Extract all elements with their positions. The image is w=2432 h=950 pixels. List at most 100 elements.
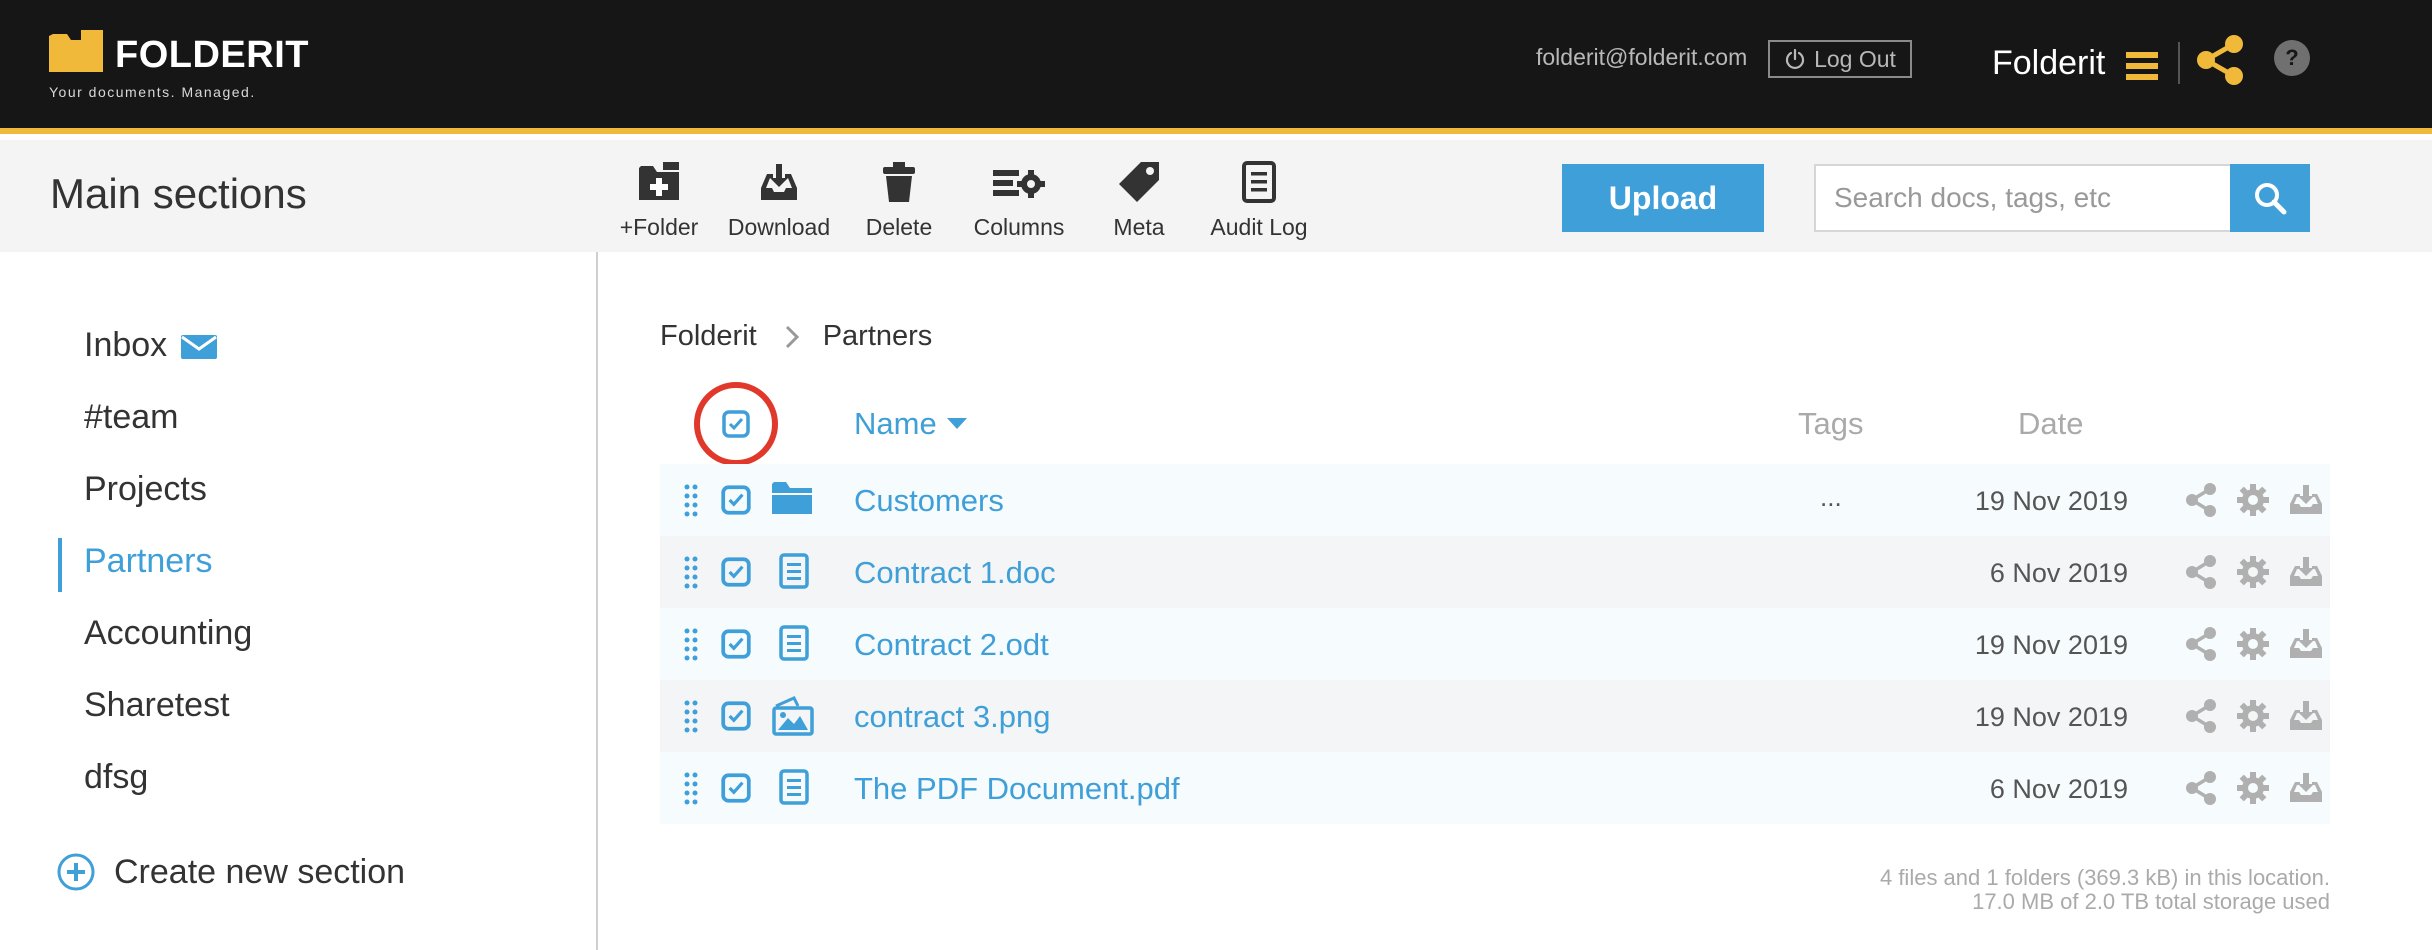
create-section-label: Create new section (114, 852, 406, 891)
table-row[interactable]: Contract 1.doc 6 Nov 2019 (660, 536, 2330, 608)
meta-button[interactable]: Meta (1074, 160, 1204, 241)
power-icon (1786, 48, 1805, 70)
gear-icon[interactable] (2236, 699, 2270, 733)
upload-button[interactable]: Upload (1562, 164, 1764, 232)
sidebar-item-team[interactable]: #team (84, 398, 179, 437)
gear-icon[interactable] (2236, 555, 2270, 589)
sidebar-item-label: Inbox (84, 326, 168, 364)
table-header: Name Tags Date (660, 382, 2330, 466)
location-summary: 4 files and 1 folders (369.3 kB) in this… (1879, 865, 2330, 890)
download-tray-icon[interactable] (2288, 700, 2324, 732)
chevron-right-icon (785, 325, 799, 348)
share-icon[interactable] (2196, 34, 2244, 91)
row-checkbox[interactable] (720, 484, 752, 516)
row-checkbox[interactable] (720, 772, 752, 804)
logo[interactable]: FOLDERIT (49, 30, 308, 76)
table-row[interactable]: contract 3.png 19 Nov 2019 (660, 680, 2330, 752)
file-date: 19 Nov 2019 (1974, 702, 2128, 732)
create-section-button[interactable]: Create new section (56, 852, 405, 892)
delete-button[interactable]: Delete (834, 160, 964, 241)
file-date: 19 Nov 2019 (1974, 630, 2128, 660)
drag-handle-icon[interactable] (684, 628, 698, 662)
table-row[interactable]: Contract 2.odt 19 Nov 2019 (660, 608, 2330, 680)
share-icon[interactable] (2184, 482, 2218, 518)
plus-circle-icon (57, 853, 95, 891)
section-title: Main sections (50, 170, 307, 217)
table-row[interactable]: The PDF Document.pdf 6 Nov 2019 (660, 752, 2330, 824)
logo-name: FOLDERIT (115, 34, 309, 76)
sidebar-item-partners[interactable]: Partners (84, 542, 213, 581)
columns-button[interactable]: Columns (954, 160, 1084, 241)
download-tray-icon[interactable] (2288, 628, 2324, 660)
select-all-checkbox[interactable] (694, 382, 778, 466)
folder-plus-icon (639, 162, 679, 200)
sidebar-item-inbox[interactable]: Inbox (84, 326, 218, 365)
sidebar: Inbox #team Projects Partners Accounting… (0, 252, 598, 950)
help-icon[interactable]: ? (2274, 40, 2310, 76)
breadcrumb: Folderit Partners (660, 320, 932, 353)
sort-down-icon (946, 418, 967, 429)
active-indicator (58, 538, 62, 592)
sidebar-item-label: Sharetest (84, 686, 230, 724)
share-icon[interactable] (2184, 626, 2218, 662)
tool-label: Audit Log (1210, 214, 1308, 240)
file-name[interactable]: The PDF Document.pdf (854, 771, 1180, 807)
breadcrumb-root[interactable]: Folderit (660, 320, 757, 353)
account-brand[interactable]: Folderit (1992, 44, 2105, 83)
share-icon[interactable] (2184, 770, 2218, 806)
top-bar: FOLDERIT Your documents. Managed. folder… (0, 0, 2432, 134)
sidebar-item-projects[interactable]: Projects (84, 470, 207, 509)
download-tray-icon[interactable] (2288, 772, 2324, 804)
drag-handle-icon[interactable] (684, 700, 698, 734)
file-name[interactable]: Contract 1.doc (854, 555, 1056, 591)
tool-label: +Folder (619, 214, 699, 240)
sidebar-item-label: Accounting (84, 614, 253, 652)
gear-icon[interactable] (2236, 771, 2270, 805)
share-icon[interactable] (2184, 698, 2218, 734)
logout-button[interactable]: Log Out (1768, 40, 1912, 78)
tool-label: Columns (973, 214, 1065, 240)
gear-icon[interactable] (2236, 627, 2270, 661)
sidebar-item-label: #team (84, 398, 179, 436)
column-date-header[interactable]: Date (2018, 406, 2083, 442)
sidebar-item-label: Partners (84, 542, 213, 580)
download-tray-icon[interactable] (2288, 556, 2324, 588)
file-tags[interactable]: ... (1820, 482, 1842, 513)
row-checkbox[interactable] (720, 556, 752, 588)
download-button[interactable]: Download (714, 160, 844, 241)
breadcrumb-current: Partners (822, 320, 933, 352)
file-name[interactable]: Contract 2.odt (854, 627, 1049, 663)
column-tags-header[interactable]: Tags (1798, 406, 1863, 442)
tool-label: Delete (865, 214, 933, 240)
gear-icon[interactable] (2236, 483, 2270, 517)
table-row[interactable]: Customers ... 19 Nov 2019 (660, 464, 2330, 536)
row-checkbox[interactable] (720, 700, 752, 732)
drag-handle-icon[interactable] (684, 556, 698, 590)
row-actions (2184, 770, 2324, 806)
sidebar-item-accounting[interactable]: Accounting (84, 614, 252, 653)
file-date: 6 Nov 2019 (1989, 558, 2128, 588)
storage-summary: 4 files and 1 folders (369.3 kB) in this… (1880, 866, 2330, 914)
new-folder-button[interactable]: +Folder (594, 160, 724, 241)
column-name-header[interactable]: Name (854, 406, 967, 442)
row-checkbox[interactable] (720, 628, 752, 660)
sidebar-item-dfsg[interactable]: dfsg (84, 758, 148, 797)
sidebar-item-label: Projects (84, 470, 207, 508)
document-list-icon (1242, 161, 1276, 203)
share-icon[interactable] (2184, 554, 2218, 590)
audit-log-button[interactable]: Audit Log (1194, 160, 1324, 241)
drag-handle-icon[interactable] (684, 772, 698, 806)
drag-handle-icon[interactable] (684, 484, 698, 518)
envelope-icon (181, 334, 218, 359)
file-name[interactable]: Customers (854, 483, 1004, 519)
hamburger-menu-icon[interactable] (2126, 52, 2158, 85)
sidebar-item-sharetest[interactable]: Sharetest (84, 686, 230, 725)
download-tray-icon[interactable] (2288, 484, 2324, 516)
row-actions (2184, 626, 2324, 662)
logout-label: Log Out (1814, 45, 1896, 72)
file-name[interactable]: contract 3.png (854, 699, 1050, 735)
search-button[interactable] (2230, 164, 2310, 232)
search-icon (2255, 183, 2287, 215)
toolbar: Main sections +Folder Download Delete Co… (0, 140, 2432, 252)
search-input[interactable] (1814, 164, 2232, 232)
